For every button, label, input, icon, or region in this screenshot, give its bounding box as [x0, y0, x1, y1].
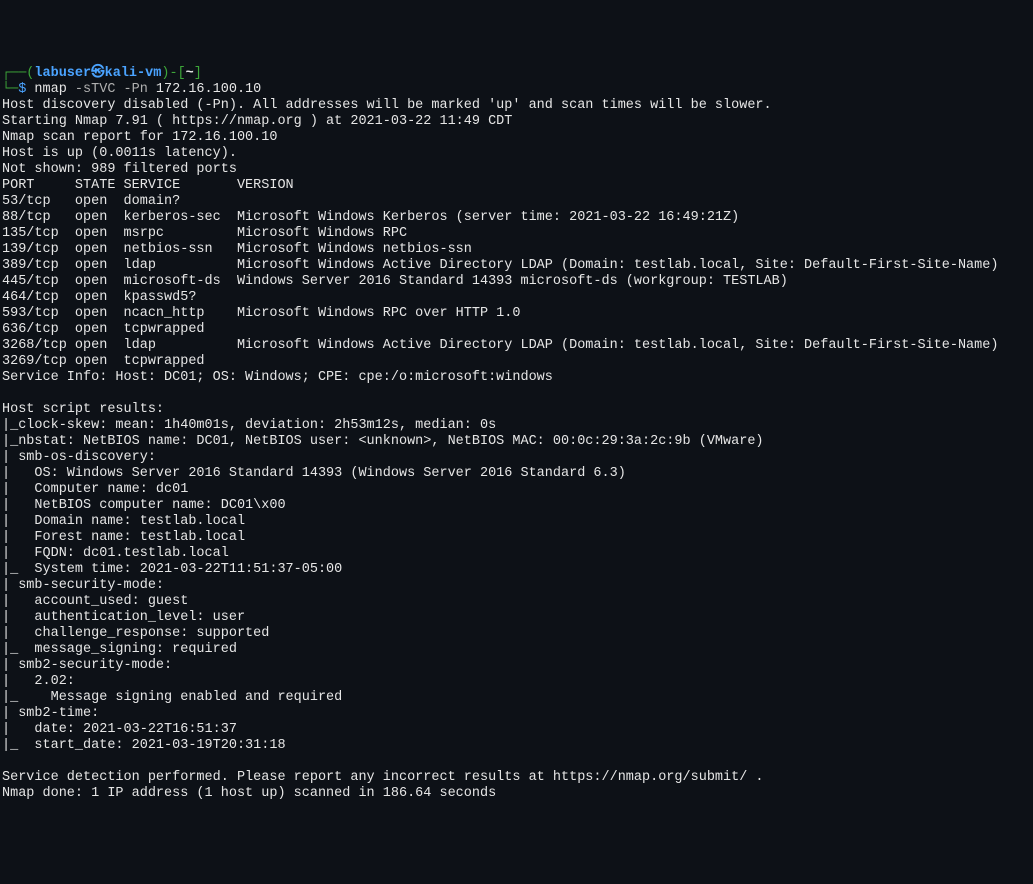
- output-line: Nmap scan report for 172.16.100.10: [2, 130, 277, 145]
- prompt-corner: ┌──(: [2, 66, 34, 81]
- output-line: Starting Nmap 7.91 ( https://nmap.org ) …: [2, 114, 512, 129]
- command-arg: 172.16.100.10: [148, 82, 261, 97]
- output-line: 445/tcp open microsoft-ds Windows Server…: [2, 274, 788, 289]
- output-line: 3269/tcp open tcpwrapped: [2, 354, 205, 369]
- output-line: 593/tcp open ncacn_http Microsoft Window…: [2, 306, 520, 321]
- prompt-close-bracket: ]: [194, 66, 202, 81]
- output-line: |_ message_signing: required: [2, 642, 237, 657]
- output-line: | challenge_response: supported: [2, 626, 269, 641]
- output-line: | date: 2021-03-22T16:51:37: [2, 722, 237, 737]
- output-line: | smb-os-discovery:: [2, 450, 156, 465]
- output-line: | 2.02:: [2, 674, 75, 689]
- prompt-user: labuser: [34, 66, 91, 81]
- output-line: |_ Message signing enabled and required: [2, 690, 342, 705]
- terminal-output[interactable]: ┌──(labuser㉿kali-vm)-[~] └─$ nmap -sTVC …: [2, 66, 1031, 802]
- output-line: 636/tcp open tcpwrapped: [2, 322, 205, 337]
- output-line: 139/tcp open netbios-ssn Microsoft Windo…: [2, 242, 472, 257]
- command-name: nmap: [34, 82, 66, 97]
- output-line: PORT STATE SERVICE VERSION: [2, 178, 294, 193]
- output-line: | Domain name: testlab.local: [2, 514, 245, 529]
- command-option-1: -sTVC: [67, 82, 116, 97]
- output-line: | smb-security-mode:: [2, 578, 164, 593]
- output-line: Host is up (0.0011s latency).: [2, 146, 237, 161]
- output-line: | smb2-time:: [2, 706, 99, 721]
- output-line: | FQDN: dc01.testlab.local: [2, 546, 229, 561]
- prompt-at-icon: ㉿: [91, 66, 105, 81]
- output-line: | smb2-security-mode:: [2, 658, 172, 673]
- output-line: Service detection performed. Please repo…: [2, 770, 764, 785]
- output-line: Host script results:: [2, 402, 164, 417]
- output-line: Host discovery disabled (-Pn). All addre…: [2, 98, 772, 113]
- output-line: 53/tcp open domain?: [2, 194, 180, 209]
- output-line: | Computer name: dc01: [2, 482, 188, 497]
- output-line: | Forest name: testlab.local: [2, 530, 245, 545]
- output-line: Service Info: Host: DC01; OS: Windows; C…: [2, 370, 553, 385]
- prompt-dollar: $: [18, 82, 34, 97]
- output-line: |_nbstat: NetBIOS name: DC01, NetBIOS us…: [2, 434, 764, 449]
- output-line: Not shown: 989 filtered ports: [2, 162, 237, 177]
- prompt-separator: )-[: [161, 66, 185, 81]
- output-line: 88/tcp open kerberos-sec Microsoft Windo…: [2, 210, 739, 225]
- output-line: 389/tcp open ldap Microsoft Windows Acti…: [2, 258, 998, 273]
- output-line: | authentication_level: user: [2, 610, 245, 625]
- prompt-cwd: ~: [186, 66, 194, 81]
- output-line: | NetBIOS computer name: DC01\x00: [2, 498, 286, 513]
- output-line: |_ System time: 2021-03-22T11:51:37-05:0…: [2, 562, 342, 577]
- output-line: 135/tcp open msrpc Microsoft Windows RPC: [2, 226, 407, 241]
- prompt-corner-2: └─: [2, 82, 18, 97]
- output-line: | OS: Windows Server 2016 Standard 14393…: [2, 466, 626, 481]
- output-line: | account_used: guest: [2, 594, 188, 609]
- output-line: Nmap done: 1 IP address (1 host up) scan…: [2, 786, 496, 801]
- command-option-2: -Pn: [115, 82, 147, 97]
- prompt-host: kali-vm: [105, 66, 162, 81]
- output-line: 3268/tcp open ldap Microsoft Windows Act…: [2, 338, 998, 353]
- output-line: |_clock-skew: mean: 1h40m01s, deviation:…: [2, 418, 496, 433]
- output-line: 464/tcp open kpasswd5?: [2, 290, 196, 305]
